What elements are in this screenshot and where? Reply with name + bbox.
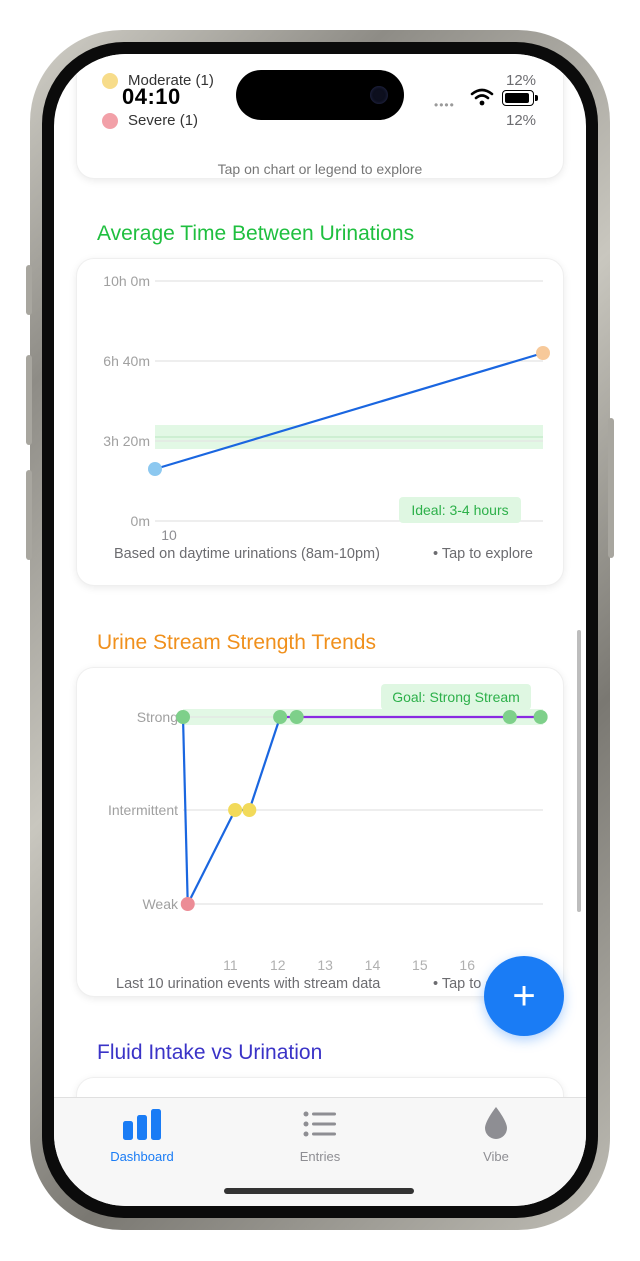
signal-icon: •••• — [434, 98, 455, 112]
x-tick-label: 11 — [223, 957, 238, 973]
dynamic-island — [236, 70, 404, 120]
avg-series-line — [154, 351, 544, 471]
x-tick-label: 12 — [270, 957, 286, 973]
tab-entries[interactable]: Entries — [260, 1098, 380, 1164]
screen: Tap on chart or legend to explore Modera… — [54, 54, 586, 1206]
bar-chart-icon — [123, 1109, 161, 1140]
tab-vibe[interactable]: Vibe — [436, 1098, 556, 1164]
x-tick-label: 16 — [459, 957, 475, 973]
x-tick-label: 14 — [365, 957, 381, 973]
avg-time-title: Average Time Between Urinations — [97, 222, 415, 245]
y-tick-label: 0m — [131, 513, 150, 529]
x-tick-label: 13 — [317, 957, 333, 973]
battery-percent-secondary: 12% — [506, 112, 537, 129]
tab-entries-label: Entries — [299, 1149, 341, 1164]
x-tick-label: 10 — [161, 527, 177, 543]
legend-severe[interactable]: Severe (1) — [102, 112, 198, 129]
stream-data-point — [273, 710, 288, 724]
battery-percent: 12% — [506, 72, 537, 89]
stream-data-point — [533, 710, 548, 724]
drop-icon — [485, 1107, 507, 1139]
stream-title: Urine Stream Strength Trends — [97, 631, 376, 654]
legend-severe-label: Severe (1) — [128, 112, 199, 129]
stream-data-point — [180, 897, 195, 911]
stream-data-point — [228, 803, 243, 817]
add-entry-button[interactable]: + — [484, 956, 564, 1036]
avg-time-card[interactable]: 10h 0m 6h 40m 3h 20m 0m 10 Ideal: 3-4 hours B… — [76, 258, 564, 586]
y-tick-label: 6h 40m — [103, 353, 150, 369]
y-tick-label: Weak — [142, 896, 179, 912]
goal-label: Goal: Strong Stream — [392, 689, 520, 705]
power-button — [608, 418, 614, 558]
moderate-dot — [102, 72, 118, 89]
stream-caption: Last 10 urination events with stream dat… — [116, 976, 381, 992]
stream-data-point — [176, 710, 190, 724]
scroll-indicator[interactable] — [577, 630, 581, 912]
y-tick-label: 3h 20m — [103, 433, 150, 449]
home-indicator[interactable] — [224, 1188, 414, 1194]
action-button — [26, 265, 32, 315]
avg-time-explore[interactable]: • Tap to explore — [433, 546, 533, 562]
avg-data-point — [536, 346, 550, 360]
stream-data-point — [502, 710, 517, 724]
x-tick-label: 15 — [412, 957, 428, 973]
stream-card[interactable]: Strong Intermittent Weak 11 12 13 14 15 16 Goal: … — [76, 667, 564, 997]
severe-dot — [102, 112, 118, 129]
stream-series-segment — [248, 716, 282, 811]
stream-chart[interactable]: Strong Intermittent Weak 11 12 13 14 15 16 Goal: … — [77, 668, 563, 996]
wifi-icon — [470, 88, 494, 106]
camera-icon — [370, 86, 388, 104]
avg-data-point — [148, 462, 162, 476]
volume-up-button — [26, 355, 32, 445]
stream-series-segment — [186, 809, 237, 905]
stream-data-point — [242, 803, 257, 817]
stream-data-point — [289, 710, 304, 724]
list-icon — [303, 1111, 336, 1137]
status-time: 04:10 — [122, 84, 181, 109]
severity-hint: Tap on chart or legend to explore — [217, 161, 423, 177]
fluid-title: Fluid Intake vs Urination — [97, 1041, 323, 1064]
y-tick-label: 10h 0m — [103, 273, 150, 289]
tab-vibe-label: Vibe — [483, 1149, 509, 1164]
avg-time-chart[interactable]: 10h 0m 6h 40m 3h 20m 0m 10 Ideal: 3-4 hours — [77, 259, 563, 585]
y-tick-label: Intermittent — [108, 802, 178, 818]
tab-dashboard[interactable]: Dashboard — [82, 1098, 202, 1164]
avg-time-caption: Based on daytime urinations (8am-10pm) — [114, 546, 380, 562]
volume-down-button — [26, 470, 32, 560]
battery-icon — [502, 90, 538, 106]
y-tick-label: Strong — [137, 709, 178, 725]
tab-dashboard-label: Dashboard — [110, 1149, 174, 1164]
ideal-label: Ideal: 3-4 hours — [411, 502, 508, 518]
